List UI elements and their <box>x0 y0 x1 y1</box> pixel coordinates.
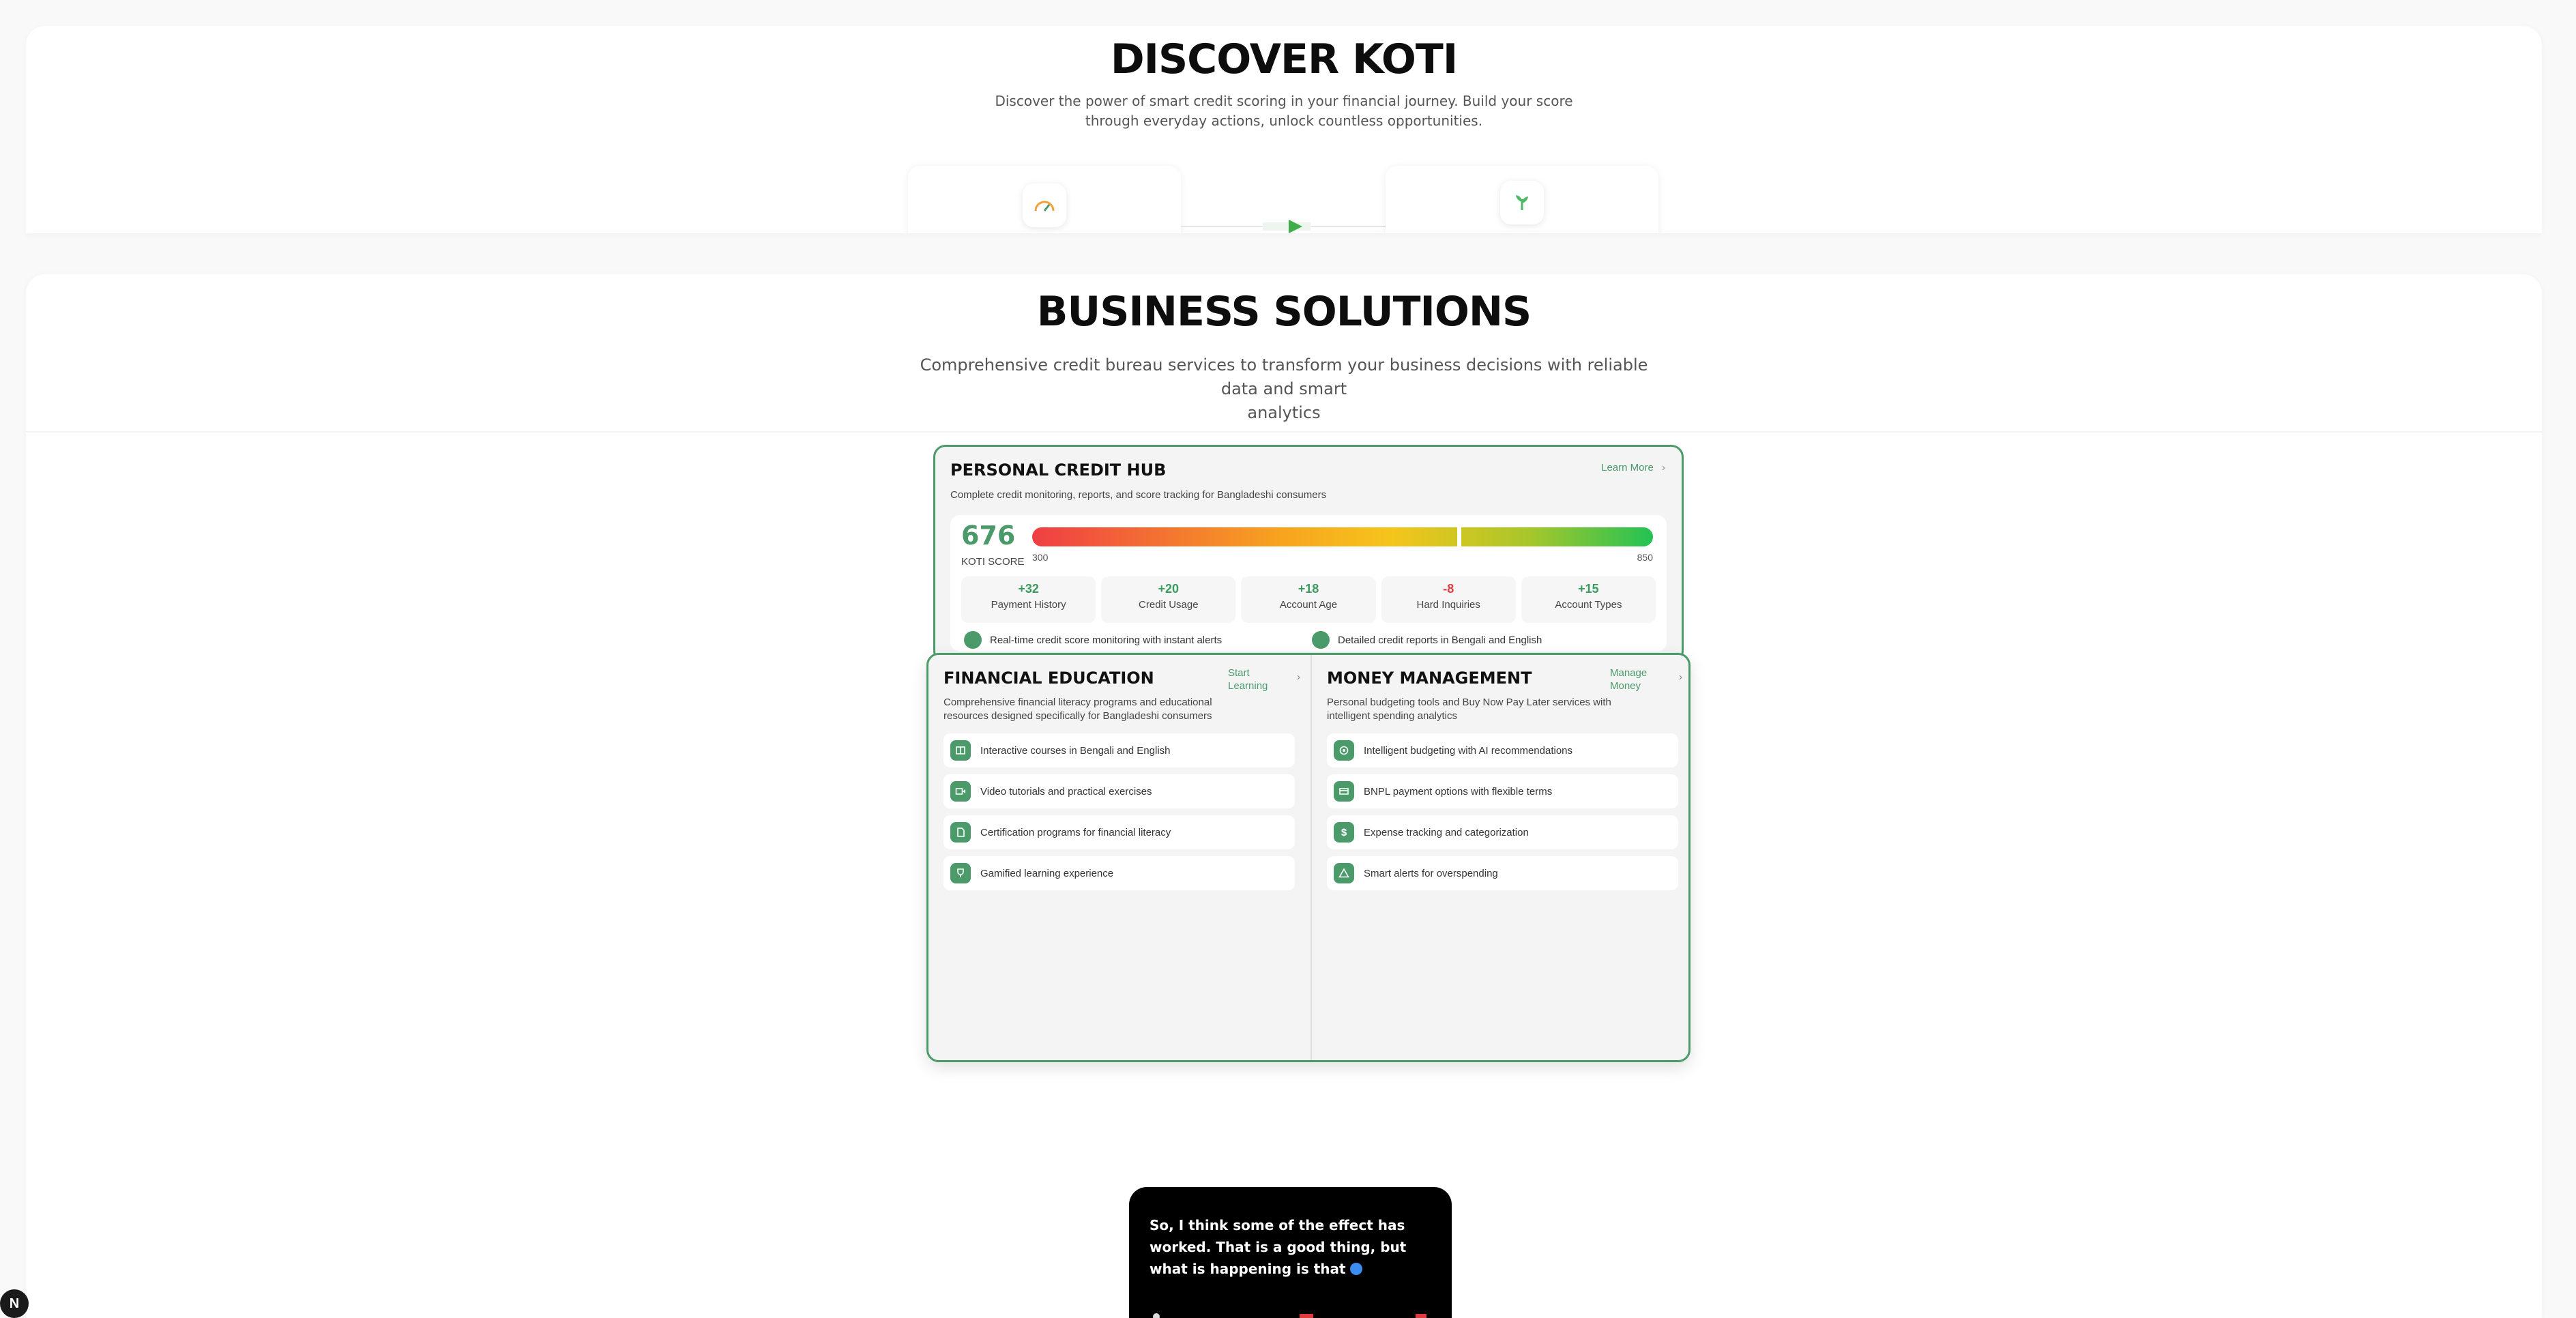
score-panel: 676 KOTI SCORE 300 850 +32 Payment Histo… <box>950 515 1667 651</box>
chevron-right-icon: › <box>1679 671 1682 683</box>
score-feature-card <box>908 166 1181 233</box>
koti-score-label: KOTI SCORE <box>961 556 1025 568</box>
business-section: BUSINESS SOLUTIONS Comprehensive credit … <box>26 274 2542 1318</box>
video-icon <box>950 781 971 802</box>
hub-description: Complete credit monitoring, reports, and… <box>950 489 1327 501</box>
list-item: BNPL payment options with flexible terms <box>1327 774 1678 808</box>
plant-icon <box>1500 181 1544 224</box>
card-icon <box>1334 781 1354 802</box>
discover-section: DISCOVER KOTI Discover the power of smar… <box>26 26 2542 233</box>
target-icon <box>1334 740 1354 761</box>
warning-icon <box>1334 863 1354 883</box>
education-description: Comprehensive financial literacy program… <box>943 697 1212 722</box>
score-range-min: 300 <box>1032 552 1049 563</box>
score-factors: +32 Payment History +20 Credit Usage +18… <box>961 576 1656 623</box>
discover-title: DISCOVER KOTI <box>1110 35 1458 83</box>
hub-feature-item: Real-time credit score monitoring with i… <box>964 631 1222 649</box>
book-icon <box>950 740 971 761</box>
caption-text: So, I think some of the effect has worke… <box>1150 1217 1407 1277</box>
learn-more-link[interactable]: Learn More › <box>1601 462 1665 473</box>
hub-title: PERSONAL CREDIT HUB <box>950 460 1167 480</box>
caption-popup: So, I think some of the effect has worke… <box>1129 1187 1452 1318</box>
section-divider <box>26 431 2542 433</box>
money-management-column[interactable]: MONEY MANAGEMENT Manage Money › Personal… <box>1311 655 1688 1060</box>
report-icon <box>1312 631 1330 649</box>
list-item: Smart alerts for overspending <box>1327 856 1678 890</box>
caption-controls <box>1153 1313 1426 1318</box>
start-learning-link[interactable]: Start Learning › <box>1228 667 1300 693</box>
koti-score-value: 676 <box>961 521 1016 551</box>
manage-money-link[interactable]: Manage Money › <box>1610 667 1682 693</box>
list-item: Video tutorials and practical exercises <box>943 774 1295 808</box>
personal-credit-hub-card[interactable]: PERSONAL CREDIT HUB Learn More › Complet… <box>933 445 1684 663</box>
list-item: Intelligent budgeting with AI recommenda… <box>1327 733 1678 767</box>
business-subtitle: Comprehensive credit bureau services to … <box>920 355 1648 422</box>
list-item: Certification programs for financial lit… <box>943 815 1295 849</box>
hub-feature-item: Detailed credit reports in Bengali and E… <box>1312 631 1542 649</box>
factor-payment-history: +32 Payment History <box>961 576 1096 623</box>
chevron-right-icon: › <box>1662 462 1665 473</box>
education-money-card: FINANCIAL EDUCATION Start Learning › Com… <box>926 653 1690 1062</box>
gauge-icon <box>1023 184 1066 227</box>
growth-feature-card <box>1386 166 1658 233</box>
app-badge-icon[interactable]: N <box>0 1289 29 1318</box>
factor-account-age: +18 Account Age <box>1241 576 1376 623</box>
flow-arrow-icon <box>1181 220 1413 233</box>
certificate-icon <box>950 822 971 843</box>
money-description: Personal budgeting tools and Buy Now Pay… <box>1327 697 1611 722</box>
education-title: FINANCIAL EDUCATION <box>943 669 1154 688</box>
education-feature-list: Interactive courses in Bengali and Engli… <box>943 733 1295 897</box>
score-range-bar <box>1032 527 1653 546</box>
factor-credit-usage: +20 Credit Usage <box>1101 576 1236 623</box>
business-title: BUSINESS SOLUTIONS <box>1036 288 1532 336</box>
score-marker <box>1457 523 1462 551</box>
chevron-right-icon: › <box>1297 671 1300 683</box>
dollar-icon: $ <box>1334 822 1354 843</box>
list-item: Gamified learning experience <box>943 856 1295 890</box>
list-item: Interactive courses in Bengali and Engli… <box>943 733 1295 767</box>
check-icon <box>964 631 982 649</box>
money-feature-list: Intelligent budgeting with AI recommenda… <box>1327 733 1678 897</box>
list-item: $ Expense tracking and categorization <box>1327 815 1678 849</box>
money-title: MONEY MANAGEMENT <box>1327 669 1532 688</box>
recording-dot-icon <box>1349 1263 1362 1275</box>
trophy-icon <box>950 863 971 883</box>
score-range-max: 850 <box>1637 552 1653 563</box>
factor-account-types: +15 Account Types <box>1521 576 1656 623</box>
factor-hard-inquiries: -8 Hard Inquiries <box>1381 576 1516 623</box>
financial-education-column[interactable]: FINANCIAL EDUCATION Start Learning › Com… <box>928 655 1308 1060</box>
discover-subtitle: Discover the power of smart credit scori… <box>995 93 1573 129</box>
